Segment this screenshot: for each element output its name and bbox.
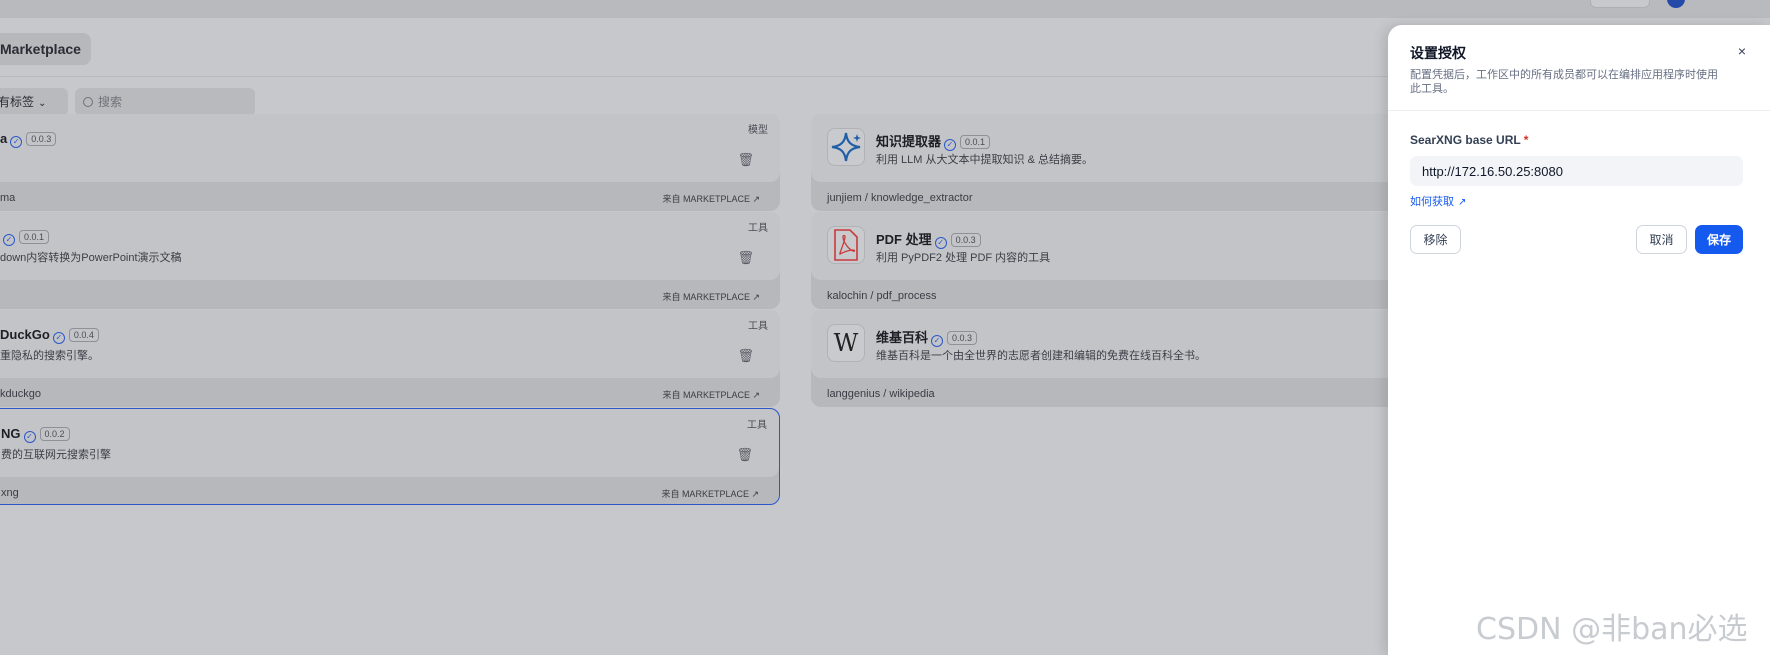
plugin-title: DuckGo ✓ 0.0.4	[0, 327, 99, 344]
verified-icon: ✓	[52, 332, 65, 344]
plugin-name: NG	[1, 426, 21, 441]
plugin-footer: junjiem / knowledge_extractor	[827, 192, 973, 204]
plugin-description: 利用 PyPDF2 处理 PDF 内容的工具	[876, 252, 1051, 264]
plugin-card-body	[0, 409, 779, 477]
field-label-text: SearXNG base URL	[1410, 133, 1521, 147]
plugin-name: a	[0, 131, 8, 146]
plugin-footer: kalochin / pdf_process	[827, 290, 937, 302]
verified-icon: ✓	[931, 335, 944, 347]
version-badge: 0.0.3	[947, 331, 978, 345]
verified-icon: ✓	[944, 139, 957, 151]
tag-filter-label: 所有标签	[0, 95, 35, 109]
plugin-footer: langgenius / wikipedia	[827, 388, 935, 400]
plugin-card-body	[0, 114, 780, 182]
save-button[interactable]: 保存	[1695, 225, 1743, 254]
plugin-kind-badge: 工具	[747, 420, 767, 431]
verified-icon: ✓	[10, 136, 23, 148]
version-badge: 0.0.1	[960, 135, 991, 149]
plugin-footer: kduckgo	[0, 388, 41, 400]
plugin-card[interactable]: 工具 ✓ 0.0.1 down内容转换为PowerPoint演示文稿 🗑 来自 M…	[0, 212, 780, 309]
plugin-description: 利用 LLM 从大文本中提取知识 & 总结摘要。	[876, 154, 1093, 166]
marketplace-source-link[interactable]: 来自 MARKETPLACE ↗	[661, 487, 759, 500]
version-badge: 0.0.3	[950, 233, 981, 247]
plugin-name: 知识提取器	[876, 134, 942, 149]
auth-drawer: 设置授权 配置凭据后，工作区中的所有成员都可以在编排应用程序时使用此工具。 × …	[1388, 25, 1770, 655]
verified-icon: ✓	[23, 431, 36, 443]
drawer-title: 设置授权	[1410, 45, 1466, 61]
how-to-get-text: 如何获取	[1410, 196, 1454, 208]
plugin-card[interactable]: 模型 a ✓ 0.0.3 🗑 ma 来自 MARKETPLACE ↗	[0, 114, 780, 211]
remove-button[interactable]: 移除	[1410, 225, 1461, 254]
plugin-name: DuckGo	[0, 327, 50, 342]
cancel-button[interactable]: 取消	[1636, 225, 1687, 254]
sparkle-icon	[827, 128, 865, 166]
avatar[interactable]	[1667, 0, 1685, 8]
version-badge: 0.0.3	[26, 132, 57, 146]
wikipedia-icon: W	[827, 324, 865, 362]
trash-icon[interactable]: 🗑	[737, 152, 754, 168]
tag-filter-dropdown[interactable]: 所有标签⌄	[0, 88, 68, 116]
top-bar	[0, 0, 1770, 18]
drawer-header: 设置授权 配置凭据后，工作区中的所有成员都可以在编排应用程序时使用此工具。	[1388, 25, 1770, 111]
trash-icon[interactable]: 🗑	[736, 447, 753, 463]
plugin-kind-badge: 工具	[748, 223, 768, 234]
plugin-title: 知识提取器 ✓ 0.0.1	[876, 131, 991, 151]
trash-icon[interactable]: 🗑	[737, 348, 754, 364]
plugin-card-body	[0, 212, 780, 280]
plugin-card-body	[0, 310, 780, 378]
version-badge: 0.0.4	[68, 328, 99, 342]
search-placeholder: 搜索	[98, 95, 123, 109]
marketplace-source-link[interactable]: 来自 MARKETPLACE ↗	[662, 388, 760, 401]
plugin-name: PDF 处理	[876, 232, 932, 247]
tab-marketplace[interactable]: Marketplace	[0, 33, 91, 65]
plugin-title: NG ✓ 0.0.2	[1, 426, 70, 443]
verified-icon: ✓	[3, 234, 15, 246]
plugin-description: 费的互联网元搜索引擎	[1, 449, 111, 461]
search-icon	[83, 97, 93, 107]
plugin-card[interactable]: 工具 DuckGo ✓ 0.0.4 重隐私的搜索引擎。 🗑 kduckgo 来自 M…	[0, 310, 780, 407]
plugin-title: 维基百科 ✓ 0.0.3	[876, 327, 978, 347]
close-icon[interactable]: ×	[1738, 43, 1746, 59]
top-action-button[interactable]	[1590, 0, 1650, 8]
plugin-name: 维基百科	[876, 330, 929, 345]
plugin-footer: ma	[0, 192, 16, 204]
plugin-title: ✓ 0.0.1	[0, 229, 50, 246]
version-badge: 0.0.1	[19, 230, 50, 244]
plugin-kind-badge: 工具	[748, 321, 768, 332]
marketplace-source-link[interactable]: 来自 MARKETPLACE ↗	[662, 192, 760, 205]
plugin-footer: xng	[1, 487, 19, 499]
plugin-kind-badge: 模型	[748, 125, 768, 136]
divider	[0, 76, 1390, 77]
search-input[interactable]: 搜索	[75, 88, 255, 116]
plugin-title: PDF 处理 ✓ 0.0.3	[876, 229, 981, 249]
version-badge: 0.0.2	[39, 427, 70, 441]
plugin-description: down内容转换为PowerPoint演示文稿	[0, 252, 182, 264]
searxng-url-label: SearXNG base URL *	[1410, 133, 1528, 147]
plugin-description: 维基百科是一个由全世界的志愿者创建和编辑的免费在线百科全书。	[876, 350, 1206, 362]
watermark: CSDN @非ban必选	[1476, 612, 1748, 647]
pdf-icon	[827, 226, 865, 264]
marketplace-source-link[interactable]: 来自 MARKETPLACE ↗	[662, 290, 760, 303]
external-link-icon: ↗	[1458, 197, 1467, 208]
searxng-url-input[interactable]	[1410, 156, 1743, 186]
required-mark: *	[1523, 133, 1529, 147]
plugin-card-selected[interactable]: 工具 NG ✓ 0.0.2 费的互联网元搜索引擎 🗑 xng 来自 MARKETPL…	[0, 408, 780, 505]
trash-icon[interactable]: 🗑	[737, 250, 754, 266]
plugin-description: 重隐私的搜索引擎。	[0, 350, 99, 362]
how-to-get-link[interactable]: 如何获取 ↗	[1410, 193, 1466, 209]
verified-icon: ✓	[934, 237, 947, 249]
plugin-title: a ✓ 0.0.3	[0, 131, 57, 148]
drawer-subtitle: 配置凭据后，工作区中的所有成员都可以在编排应用程序时使用此工具。	[1410, 69, 1718, 95]
